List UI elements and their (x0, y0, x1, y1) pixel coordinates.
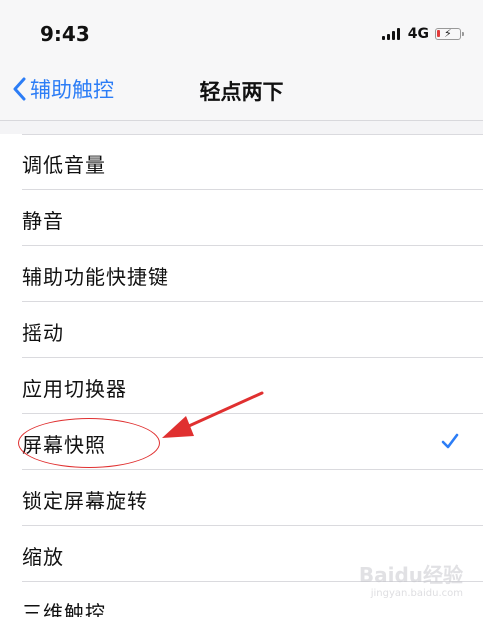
list-item-accessibility-shortcut[interactable]: 辅助功能快捷键 (0, 246, 483, 302)
watermark-brand: Baidu经验 (358, 563, 463, 587)
action-list: 调低音量 静音 辅助功能快捷键 摇动 应用切换器 屏幕快照 锁定屏幕旋转 缩放 … (0, 134, 483, 617)
list-item-app-switcher[interactable]: 应用切换器 (0, 358, 483, 414)
list-item-shake[interactable]: 摇动 (0, 302, 483, 358)
watermark: Baidu经验 jingyan.baidu.com (359, 559, 463, 599)
network-type: 4G (407, 26, 429, 42)
status-indicators: 4G ⚡ (381, 26, 464, 42)
list-item-label: 屏幕快照 (22, 433, 106, 457)
list-item-label: 辅助功能快捷键 (22, 265, 169, 289)
list-item-mute[interactable]: 静音 (0, 190, 483, 246)
list-item-label: 缩放 (22, 545, 64, 569)
list-item-volume-down[interactable]: 调低音量 (0, 134, 483, 190)
status-bar: 9:43 4G ⚡ (0, 0, 483, 58)
list-item-label: 三维触控 (22, 601, 106, 617)
navigation-bar: 辅助触控 轻点两下 (0, 58, 483, 121)
list-item-lock-rotation[interactable]: 锁定屏幕旋转 (0, 470, 483, 526)
watermark-url: jingyan.baidu.com (370, 588, 463, 599)
list-item-label: 锁定屏幕旋转 (22, 489, 148, 513)
battery-charging-icon: ⚡ (435, 28, 464, 40)
list-item-screenshot[interactable]: 屏幕快照 (0, 414, 483, 470)
phone-screen: 9:43 4G ⚡ 辅助触控 轻点两下 调低音量 静音 辅助功能快捷键 摇动 应… (0, 0, 483, 617)
list-item-label: 调低音量 (22, 153, 106, 177)
list-item-label: 应用切换器 (22, 377, 127, 401)
status-time: 9:43 (40, 22, 90, 46)
list-item-label: 静音 (22, 209, 64, 233)
list-item-label: 摇动 (22, 321, 64, 345)
signal-bars-icon (381, 28, 402, 40)
checkmark-icon (441, 433, 459, 449)
page-title: 轻点两下 (199, 80, 284, 104)
